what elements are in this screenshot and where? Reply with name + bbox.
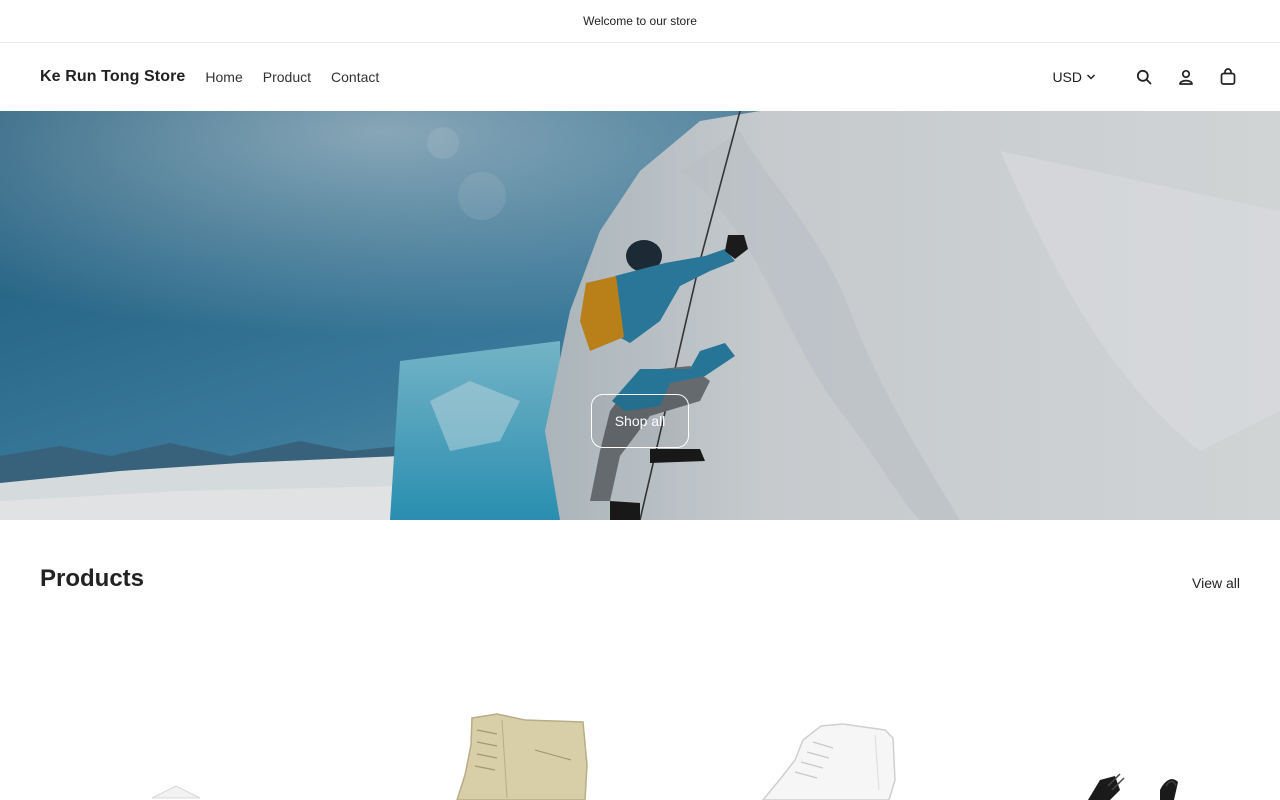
shop-all-label: Shop all — [614, 413, 666, 429]
hero-image — [0, 111, 1280, 520]
site-header: Ke Run Tong Store Home Product Contact U… — [0, 43, 1280, 111]
product-card[interactable] — [653, 690, 933, 800]
account-icon — [1179, 69, 1193, 85]
chevron-down-icon — [1086, 74, 1096, 80]
product-image — [151, 785, 201, 799]
search-icon — [1136, 69, 1152, 85]
nav-home[interactable]: Home — [205, 69, 242, 85]
view-all-link[interactable]: View all — [1192, 575, 1240, 591]
shop-all-button[interactable]: Shop all — [591, 394, 689, 448]
product-card[interactable] — [40, 690, 320, 800]
announcement-bar: Welcome to our store — [0, 0, 1280, 43]
nav-product[interactable]: Product — [263, 69, 311, 85]
cart-icon — [1220, 68, 1236, 85]
nav-contact[interactable]: Contact — [331, 69, 379, 85]
announcement-text: Welcome to our store — [583, 14, 697, 28]
store-logo[interactable]: Ke Run Tong Store — [40, 68, 185, 86]
main-nav: Home Product Contact — [205, 69, 399, 85]
product-card[interactable] — [960, 690, 1240, 800]
currency-label: USD — [1052, 69, 1082, 85]
product-image — [1088, 773, 1178, 800]
product-image — [456, 713, 588, 800]
products-heading: Products — [40, 565, 145, 592]
currency-selector[interactable]: USD — [1052, 69, 1096, 85]
search-button[interactable] — [1132, 65, 1156, 89]
account-button[interactable] — [1174, 65, 1198, 89]
header-actions: USD — [1052, 65, 1240, 89]
cart-button[interactable] — [1216, 65, 1240, 89]
product-image — [762, 723, 896, 800]
product-card[interactable] — [347, 690, 627, 800]
hero-banner: Shop all — [0, 111, 1280, 520]
